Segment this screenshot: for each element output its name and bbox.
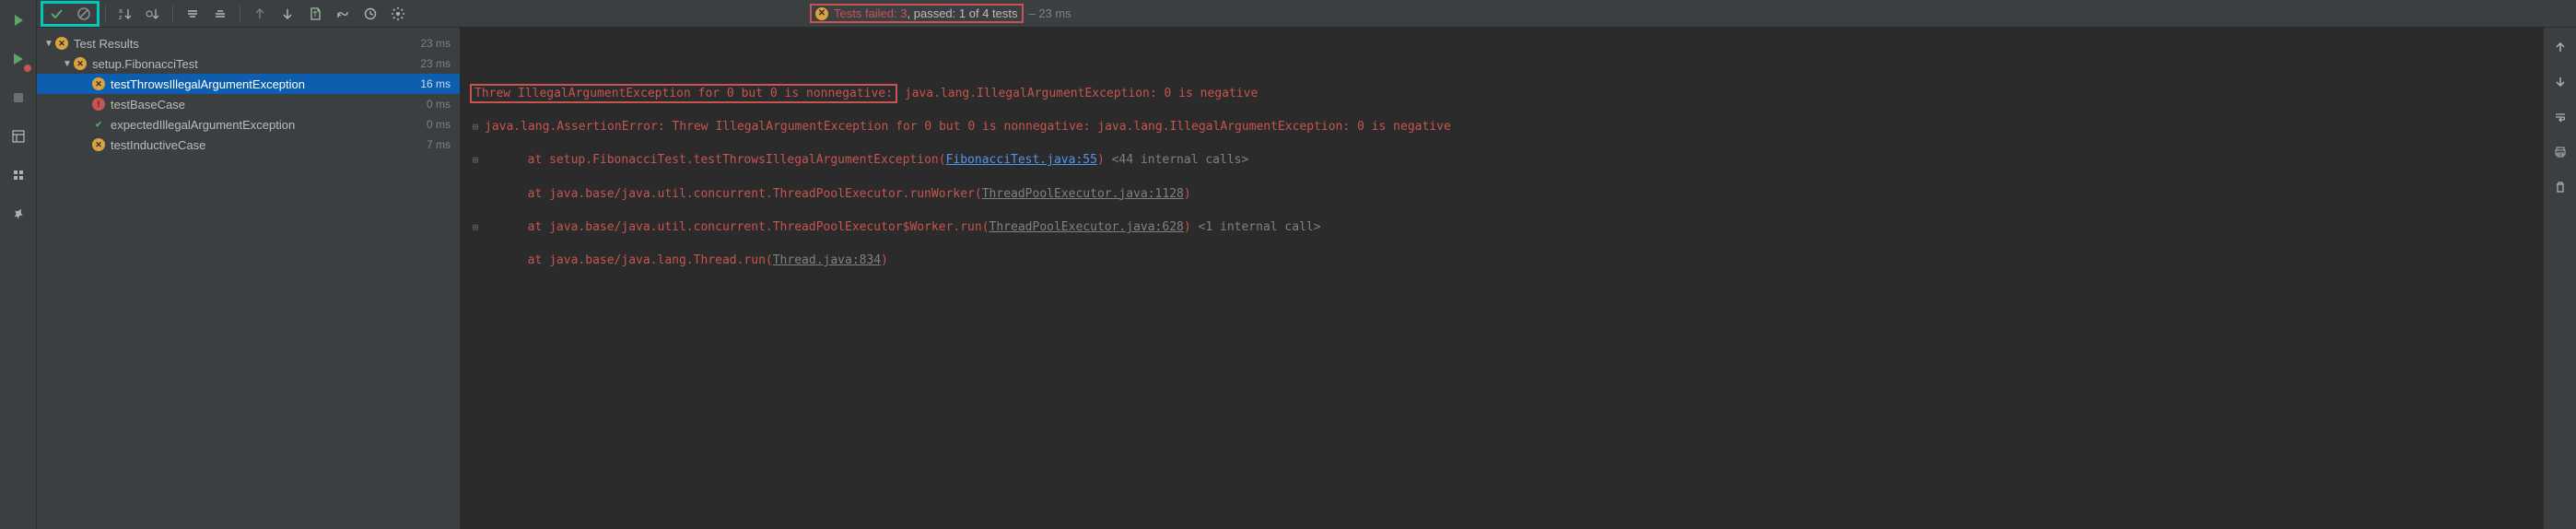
tree-root-label: Test Results [74, 37, 420, 51]
test-tree-panel: ▼ ✕ Test Results 23 ms ▼ ✕ setup.Fibonac… [37, 28, 461, 529]
tree-test-time: 0 ms [427, 118, 451, 131]
tree-root-time: 23 ms [420, 37, 451, 50]
expand-all-button[interactable] [181, 3, 205, 25]
tree-test-item[interactable]: ✔ expectedIllegalArgumentException 0 ms [37, 114, 460, 135]
collapse-all-button[interactable] [208, 3, 232, 25]
trace-prefix: at setup.FibonacciTest.testThrowsIllegal… [485, 153, 946, 167]
error-status-icon: ! [92, 98, 105, 111]
tree-test-label: testBaseCase [111, 98, 427, 112]
chevron-down-icon: ▼ [61, 59, 74, 69]
tests-passed-count: 1 [959, 6, 966, 20]
source-link[interactable]: ThreadPoolExecutor.java:1128 [982, 187, 1184, 201]
tree-root[interactable]: ▼ ✕ Test Results 23 ms [37, 33, 460, 53]
tests-total-label: of 4 tests [969, 6, 1018, 20]
test-toolbar: az ✕ [37, 0, 2576, 28]
console-output[interactable]: Threw IllegalArgumentException for 0 but… [461, 28, 2543, 529]
fail-status-icon: ✕ [815, 7, 828, 20]
sort-alpha-button[interactable]: az [113, 3, 137, 25]
tree-test-time: 0 ms [427, 98, 451, 111]
import-results-button[interactable] [331, 3, 355, 25]
tree-test-item[interactable]: ✕ testInductiveCase 7 ms [37, 135, 460, 155]
tests-failed-label: Tests failed: [834, 6, 897, 20]
tree-test-time: 7 ms [427, 138, 451, 151]
left-vertical-toolbar [0, 0, 37, 529]
tree-suite-time: 23 ms [420, 57, 451, 70]
test-status-summary: ✕ Tests failed: 3, passed: 1 of 4 tests … [810, 4, 1071, 23]
console-assertion: java.lang.AssertionError: Threw IllegalA… [485, 120, 1451, 134]
next-failure-button[interactable] [275, 3, 299, 25]
tree-test-label: expectedIllegalArgumentException [111, 118, 427, 132]
fold-toggle[interactable]: ⊞ [470, 153, 481, 167]
layout-button[interactable] [7, 125, 29, 147]
scroll-down-button[interactable] [2550, 72, 2570, 92]
svg-text:a: a [119, 8, 123, 15]
warn-status-icon: ✕ [92, 138, 105, 151]
print-button[interactable] [2550, 142, 2570, 162]
warn-status-icon: ✕ [92, 77, 105, 90]
tests-failed-count: 3 [900, 6, 907, 20]
soft-wrap-button[interactable] [2550, 107, 2570, 127]
trace-suffix: ) [1184, 187, 1191, 201]
pin-button[interactable] [7, 203, 29, 225]
trace-prefix: at java.base/java.lang.Thread.run( [485, 253, 773, 267]
tree-test-item[interactable]: ✕ testThrowsIllegalArgumentException 16 … [37, 74, 460, 94]
console-right-toolbar [2543, 28, 2576, 529]
console-header-tail: java.lang.IllegalArgumentException: 0 is… [897, 87, 1258, 100]
source-link[interactable]: FibonacciTest.java:55 [946, 153, 1097, 167]
tree-suite-label: setup.FibonacciTest [92, 57, 420, 71]
stop-button[interactable] [7, 87, 29, 109]
trace-suffix: ) [1097, 153, 1105, 167]
tests-passed-label: , passed: [907, 6, 956, 20]
tree-test-item[interactable]: ! testBaseCase 0 ms [37, 94, 460, 114]
tree-test-label: testThrowsIllegalArgumentException [111, 77, 420, 91]
export-results-button[interactable] [303, 3, 327, 25]
tree-suite[interactable]: ▼ ✕ setup.FibonacciTest 23 ms [37, 53, 460, 74]
trace-suffix: ) [881, 253, 888, 267]
trace-prefix: at java.base/java.util.concurrent.Thread… [485, 187, 982, 201]
history-button[interactable] [7, 164, 29, 186]
source-link[interactable]: ThreadPoolExecutor.java:628 [989, 220, 1184, 234]
trace-suffix: ) [1184, 220, 1191, 234]
warn-status-icon: ✕ [74, 57, 87, 70]
prev-failure-button[interactable] [248, 3, 272, 25]
settings-button[interactable] [386, 3, 410, 25]
trace-note: <1 internal call> [1191, 220, 1321, 234]
trace-prefix: at java.base/java.util.concurrent.Thread… [485, 220, 989, 234]
watch-button[interactable] [358, 3, 382, 25]
trace-note: <44 internal calls> [1105, 153, 1249, 167]
debug-tests-button[interactable] [7, 48, 29, 70]
clear-button[interactable] [2550, 177, 2570, 197]
source-link[interactable]: Thread.java:834 [773, 253, 881, 267]
tree-test-label: testInductiveCase [111, 138, 427, 152]
run-button[interactable] [7, 9, 29, 31]
scroll-up-button[interactable] [2550, 37, 2570, 57]
chevron-down-icon: ▼ [42, 39, 55, 49]
show-ignored-toggle[interactable] [72, 3, 96, 25]
sort-duration-button[interactable] [141, 3, 165, 25]
fold-toggle[interactable]: ⊞ [470, 220, 481, 234]
fold-toggle[interactable]: ⊞ [470, 120, 481, 134]
svg-text:z: z [119, 15, 123, 21]
pass-status-icon: ✔ [92, 118, 105, 131]
warn-status-icon: ✕ [55, 37, 68, 50]
show-passed-toggle[interactable] [44, 3, 68, 25]
tests-elapsed: – 23 ms [1029, 6, 1071, 20]
console-header-msg: Threw IllegalArgumentException for 0 but… [474, 87, 893, 100]
tree-test-time: 16 ms [420, 77, 451, 90]
